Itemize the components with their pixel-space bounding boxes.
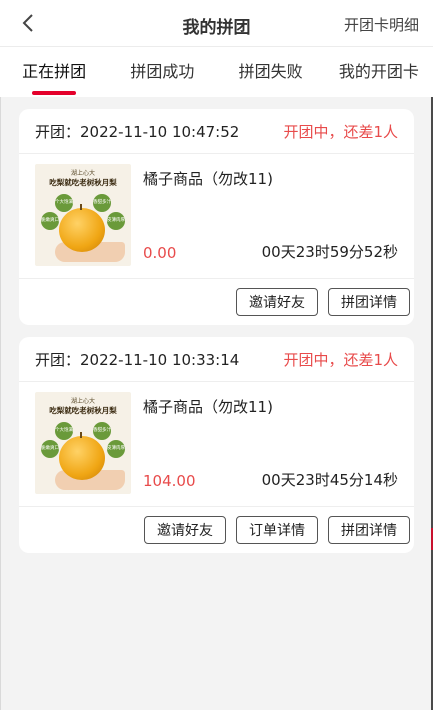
thumbnail-bubble: 个大饱满 bbox=[55, 422, 73, 440]
group-detail-button[interactable]: 拼团详情 bbox=[328, 516, 410, 544]
frame-left-edge bbox=[0, 0, 1, 710]
thumbnail-bubble: 皮薄肉厚 bbox=[107, 212, 125, 230]
product-price: 0.00 bbox=[143, 244, 177, 262]
pear-stem-graphic bbox=[80, 204, 82, 210]
thumbnail-bubble: 脆嫩爽口 bbox=[41, 440, 59, 458]
product-price: 104.00 bbox=[143, 472, 196, 490]
product-thumbnail: 湖上心大 吃梨就吃老树秋月梨 个大饱满 香甜多汁 脆嫩爽口 皮薄肉厚 bbox=[35, 164, 131, 266]
product-name: 橘子商品（勿改11) bbox=[143, 170, 273, 188]
invite-friend-button[interactable]: 邀请好友 bbox=[144, 516, 226, 544]
thumbnail-headline: 吃梨就吃老树秋月梨 bbox=[49, 406, 117, 415]
thumbnail-bubble: 香甜多汁 bbox=[93, 194, 111, 212]
open-time: 开团：2022-11-10 10:47:52 bbox=[35, 122, 240, 141]
product-info: 橘子商品（勿改11) 104.00 00天23时45分14秒 bbox=[131, 392, 398, 494]
product-row[interactable]: 湖上心大 吃梨就吃老树秋月梨 个大饱满 香甜多汁 脆嫩爽口 皮薄肉厚 橘子商品（… bbox=[19, 154, 414, 279]
order-detail-button[interactable]: 订单详情 bbox=[236, 516, 318, 544]
group-order-card: 开团：2022-11-10 10:33:14 开团中，还差1人 湖上心大 吃梨就… bbox=[19, 337, 414, 553]
invite-friend-button[interactable]: 邀请好友 bbox=[236, 288, 318, 316]
group-order-list: 开团：2022-11-10 10:47:52 开团中，还差1人 湖上心大 吃梨就… bbox=[0, 97, 433, 553]
tab-my-cards[interactable]: 我的开团卡 bbox=[325, 47, 433, 97]
pear-graphic bbox=[59, 436, 105, 480]
card-header: 开团：2022-11-10 10:33:14 开团中，还差1人 bbox=[19, 337, 414, 382]
thumbnail-bubble: 个大饱满 bbox=[55, 194, 73, 212]
thumbnail-brand: 湖上心大 bbox=[70, 398, 95, 405]
product-thumbnail: 湖上心大 吃梨就吃老树秋月梨 个大饱满 香甜多汁 脆嫩爽口 皮薄肉厚 bbox=[35, 392, 131, 494]
product-name: 橘子商品（勿改11) bbox=[143, 398, 273, 416]
thumbnail-bubble: 脆嫩爽口 bbox=[41, 212, 59, 230]
product-info: 橘子商品（勿改11) 0.00 00天23时59分52秒 bbox=[131, 164, 398, 266]
pear-graphic bbox=[59, 208, 105, 252]
tab-bar: 正在拼团 拼团成功 拼团失败 我的开团卡 bbox=[0, 47, 433, 97]
card-actions: 邀请好友 订单详情 拼团详情 bbox=[19, 507, 414, 553]
tab-success[interactable]: 拼团成功 bbox=[108, 47, 216, 97]
group-detail-button[interactable]: 拼团详情 bbox=[328, 288, 410, 316]
product-row[interactable]: 湖上心大 吃梨就吃老树秋月梨 个大饱满 香甜多汁 脆嫩爽口 皮薄肉厚 橘子商品（… bbox=[19, 382, 414, 507]
countdown-timer: 00天23时45分14秒 bbox=[261, 471, 398, 489]
tab-ongoing[interactable]: 正在拼团 bbox=[0, 47, 108, 97]
thumbnail-bubble: 皮薄肉厚 bbox=[107, 440, 125, 458]
countdown-timer: 00天23时59分52秒 bbox=[261, 243, 398, 261]
thumbnail-headline: 吃梨就吃老树秋月梨 bbox=[49, 178, 117, 187]
thumbnail-brand: 湖上心大 bbox=[70, 170, 95, 177]
header-bar: 我的拼团 开团卡明细 bbox=[0, 0, 433, 47]
status-text: 开团中，还差1人 bbox=[283, 350, 398, 369]
tab-failed[interactable]: 拼团失败 bbox=[217, 47, 325, 97]
pear-stem-graphic bbox=[80, 432, 82, 438]
card-header: 开团：2022-11-10 10:47:52 开团中，还差1人 bbox=[19, 109, 414, 154]
thumbnail-bubble: 香甜多汁 bbox=[93, 422, 111, 440]
status-text: 开团中，还差1人 bbox=[283, 122, 398, 141]
group-card-detail-link[interactable]: 开团卡明细 bbox=[344, 14, 419, 35]
card-actions: 邀请好友 拼团详情 bbox=[19, 279, 414, 325]
open-time: 开团：2022-11-10 10:33:14 bbox=[35, 350, 240, 369]
group-order-card: 开团：2022-11-10 10:47:52 开团中，还差1人 湖上心大 吃梨就… bbox=[19, 109, 414, 325]
